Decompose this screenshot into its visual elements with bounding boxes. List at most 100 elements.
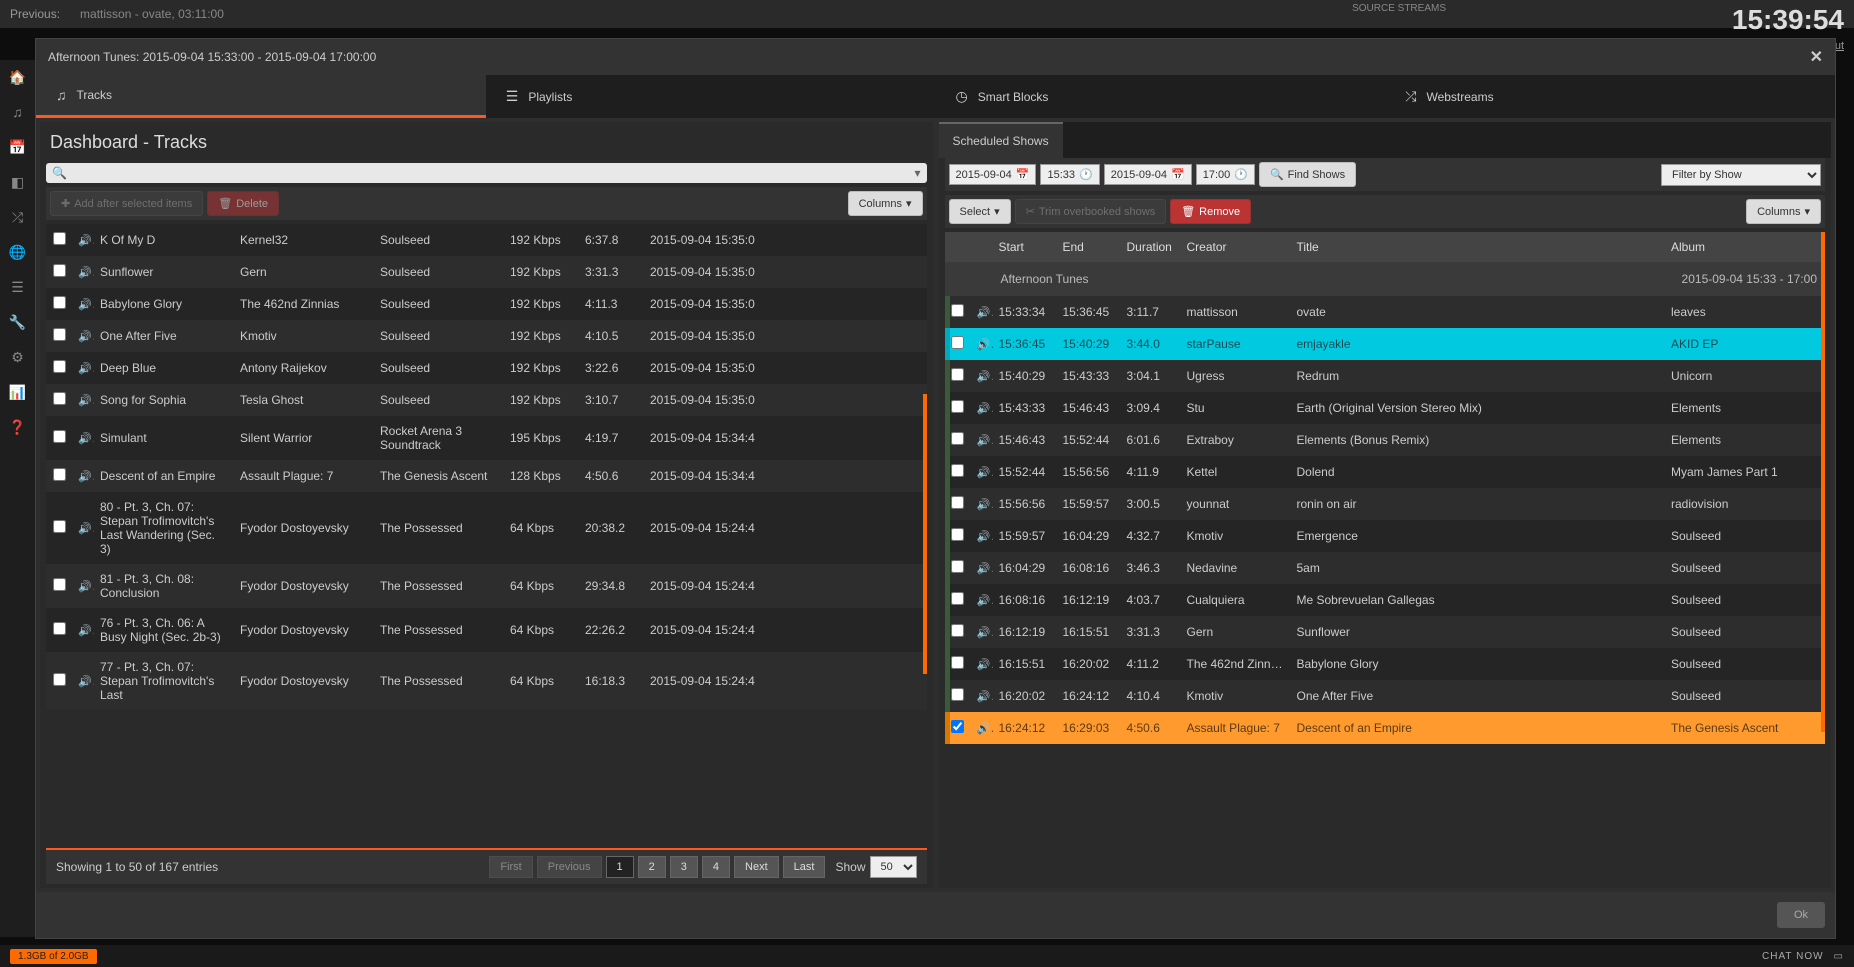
table-row[interactable]: 🔊 Deep Blue Antony Raijekov Soulseed 192… [46, 352, 927, 384]
ok-button[interactable]: Ok [1777, 902, 1825, 928]
header-creator[interactable]: Creator [1181, 232, 1291, 262]
sound-icon[interactable]: 🔊 [78, 579, 94, 593]
tab-scheduled-shows[interactable]: Scheduled Shows [939, 122, 1063, 158]
row-checkbox[interactable] [951, 560, 964, 573]
table-row[interactable]: 🔊 16:15:51 16:20:02 4:11.2 The 462nd Zin… [945, 648, 1826, 680]
sound-icon[interactable]: 🔊 [977, 497, 993, 511]
row-checkbox[interactable] [951, 496, 964, 509]
show-count-select[interactable]: 50 [870, 856, 917, 878]
chat-now-button[interactable]: CHAT NOW ▭ [1762, 951, 1844, 962]
previous-button[interactable]: Previous [537, 856, 602, 878]
sound-icon[interactable]: 🔊 [78, 431, 94, 445]
tab-playlists[interactable]: ☰Playlists [486, 75, 936, 118]
close-icon[interactable]: ✕ [1810, 47, 1823, 67]
find-shows-button[interactable]: 🔍 Find Shows [1259, 162, 1356, 187]
header-title[interactable]: Title [1291, 232, 1666, 262]
next-button[interactable]: Next [734, 856, 779, 878]
row-checkbox[interactable] [951, 304, 964, 317]
sound-icon[interactable]: 🔊 [977, 529, 993, 543]
row-checkbox[interactable] [951, 464, 964, 477]
trim-button[interactable]: ✂ Trim overbooked shows [1015, 199, 1167, 224]
sound-icon[interactable]: 🔊 [78, 265, 94, 279]
table-row[interactable]: 🔊 15:43:33 15:46:43 3:09.4 Stu Earth (Or… [945, 392, 1826, 424]
music-icon[interactable]: ♫ [0, 95, 35, 130]
sound-icon[interactable]: 🔊 [78, 393, 94, 407]
table-row[interactable]: 🔊 16:24:12 16:29:03 4:50.6 Assault Plagu… [945, 712, 1826, 744]
widget-icon[interactable]: ◧ [0, 165, 35, 200]
row-checkbox[interactable] [951, 528, 964, 541]
add-after-button[interactable]: ✚ Add after selected items [50, 191, 203, 216]
header-end[interactable]: End [1057, 232, 1121, 262]
row-checkbox[interactable] [53, 328, 66, 341]
sound-icon[interactable]: 🔊 [78, 674, 94, 688]
row-checkbox[interactable] [951, 400, 964, 413]
sound-icon[interactable]: 🔊 [78, 329, 94, 343]
row-checkbox[interactable] [53, 296, 66, 309]
table-row[interactable]: 🔊 15:52:44 15:56:56 4:11.9 Kettel Dolend… [945, 456, 1826, 488]
remove-button[interactable]: 🗑 Remove [1170, 199, 1251, 224]
end-date-input[interactable]: 2015-09-04 📅 [1104, 164, 1192, 185]
gear-icon[interactable]: ⚙ [0, 340, 35, 375]
row-checkbox[interactable] [951, 688, 964, 701]
table-row[interactable]: 🔊 16:20:02 16:24:12 4:10.4 Kmotiv One Af… [945, 680, 1826, 712]
tab-tracks[interactable]: ♫Tracks [36, 75, 486, 118]
sound-icon[interactable]: 🔊 [977, 625, 993, 639]
table-row[interactable]: 🔊 Descent of an Empire Assault Plague: 7… [46, 460, 927, 492]
page-4[interactable]: 4 [702, 856, 730, 878]
sound-icon[interactable]: 🔊 [78, 297, 94, 311]
table-row[interactable]: 🔊 15:46:43 15:52:44 6:01.6 Extraboy Elem… [945, 424, 1826, 456]
tab-webstreams[interactable]: ⤮Webstreams [1385, 75, 1835, 118]
sound-icon[interactable]: 🔊 [977, 689, 993, 703]
page-3[interactable]: 3 [670, 856, 698, 878]
row-checkbox[interactable] [951, 624, 964, 637]
page-1[interactable]: 1 [606, 856, 634, 878]
filter-by-show-select[interactable]: Filter by Show [1661, 164, 1821, 186]
row-checkbox[interactable] [53, 430, 66, 443]
columns-button-right[interactable]: Columns ▾ [1746, 199, 1821, 224]
table-row[interactable]: 🔊 80 - Pt. 3, Ch. 07: Stepan Trofimovitc… [46, 492, 927, 564]
header-start[interactable]: Start [993, 232, 1057, 262]
stats-icon[interactable]: 📊 [0, 375, 35, 410]
header-duration[interactable]: Duration [1121, 232, 1181, 262]
sound-icon[interactable]: 🔊 [977, 305, 993, 319]
row-checkbox[interactable] [951, 432, 964, 445]
row-checkbox[interactable] [951, 720, 964, 733]
search-input[interactable]: 🔍 ▾ [46, 163, 927, 183]
delete-button[interactable]: 🗑 Delete [207, 191, 279, 216]
row-checkbox[interactable] [951, 656, 964, 669]
sound-icon[interactable]: 🔊 [977, 337, 993, 351]
table-row[interactable]: 🔊 One After Five Kmotiv Soulseed 192 Kbp… [46, 320, 927, 352]
sound-icon[interactable]: 🔊 [977, 561, 993, 575]
row-checkbox[interactable] [53, 360, 66, 373]
table-row[interactable]: 🔊 15:33:34 15:36:45 3:11.7 mattisson ova… [945, 296, 1826, 328]
select-button[interactable]: Select ▾ [949, 199, 1011, 224]
header-album[interactable]: Album [1665, 232, 1825, 262]
sound-icon[interactable]: 🔊 [78, 469, 94, 483]
globe-icon[interactable]: 🌐 [0, 235, 35, 270]
row-checkbox[interactable] [53, 468, 66, 481]
sound-icon[interactable]: 🔊 [78, 521, 94, 535]
wrench-icon[interactable]: 🔧 [0, 305, 35, 340]
calendar-icon[interactable]: 📅 [0, 130, 35, 165]
table-row[interactable]: 🔊 76 - Pt. 3, Ch. 06: A Busy Night (Sec.… [46, 608, 927, 652]
tab-smartblocks[interactable]: ◷Smart Blocks [936, 75, 1386, 118]
first-button[interactable]: First [489, 856, 532, 878]
table-row[interactable]: 🔊 Babylone Glory The 462nd Zinnias Souls… [46, 288, 927, 320]
sound-icon[interactable]: 🔊 [78, 623, 94, 637]
row-checkbox[interactable] [53, 673, 66, 686]
help-icon[interactable]: ❓ [0, 410, 35, 445]
table-row[interactable]: 🔊 77 - Pt. 3, Ch. 07: Stepan Trofimovitc… [46, 652, 927, 710]
row-checkbox[interactable] [951, 592, 964, 605]
row-checkbox[interactable] [53, 520, 66, 533]
sound-icon[interactable]: 🔊 [977, 657, 993, 671]
list-icon[interactable]: ☰ [0, 270, 35, 305]
shuffle-icon[interactable]: ⤮ [0, 200, 35, 235]
table-row[interactable]: 🔊 81 - Pt. 3, Ch. 08: Conclusion Fyodor … [46, 564, 927, 608]
home-icon[interactable]: 🏠 [0, 60, 35, 95]
table-row[interactable]: 🔊 Song for Sophia Tesla Ghost Soulseed 1… [46, 384, 927, 416]
sound-icon[interactable]: 🔊 [977, 369, 993, 383]
table-row[interactable]: 🔊 15:40:29 15:43:33 3:04.1 Ugress Redrum… [945, 360, 1826, 392]
start-date-input[interactable]: 2015-09-04 📅 [949, 164, 1037, 185]
row-checkbox[interactable] [53, 392, 66, 405]
sound-icon[interactable]: 🔊 [78, 361, 94, 375]
